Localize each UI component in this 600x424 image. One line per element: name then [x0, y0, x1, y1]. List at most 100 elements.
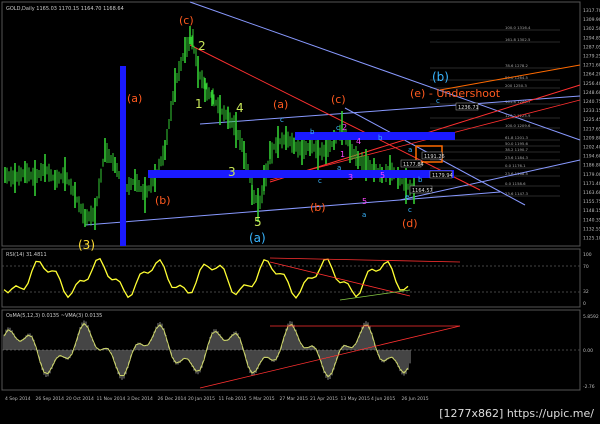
- small-label-b3: b: [418, 176, 423, 184]
- wave-label-3: 3: [228, 165, 236, 179]
- minor-label-3: 3: [348, 173, 353, 182]
- small-label-a2: a: [337, 164, 341, 172]
- fib-level-label: 50.0 1195.6: [505, 141, 529, 146]
- small-label-e1: e: [405, 193, 409, 201]
- price-axis-label: 1209.80: [583, 135, 600, 141]
- small-label-b1: b: [310, 128, 315, 136]
- time-axis-label: 3 Dec 2014: [127, 396, 153, 402]
- time-axis-label: 4 Jun 2015: [371, 396, 395, 402]
- osma-axis-label: 0.00: [583, 348, 593, 354]
- minor-label-5: 5: [362, 197, 367, 206]
- price-axis-label: 1317.70: [583, 8, 600, 14]
- small-label-c3: c: [436, 97, 440, 105]
- wave-label-1: 1: [195, 97, 203, 111]
- wave-label-2: 2: [198, 39, 206, 53]
- fib-level-label: 0.0 1176.1: [505, 163, 526, 168]
- fib-level-label: 200 1250.3: [505, 83, 527, 88]
- wave-label-a-bottom: (a): [249, 231, 266, 245]
- time-axis-label: 26 Sep 2014: [36, 396, 65, 402]
- symbol-caption: GOLD,Daily 1165.03 1170.15 1164.70 1168.…: [6, 6, 124, 12]
- blue-bar-resistance: [295, 132, 455, 140]
- price-axis-label: 1132.55: [583, 226, 600, 232]
- time-axis-label: 21 Apr 2015: [310, 396, 338, 402]
- price-axis-label: 1125.10: [583, 236, 600, 242]
- wave-label-c-mid: (c): [331, 93, 346, 106]
- price-axis-label: 1194.60: [583, 154, 600, 160]
- minor-label-4: 4: [356, 137, 361, 146]
- price-axis-label: 1171.40: [583, 181, 600, 187]
- price-axis-label: 1287.05: [583, 44, 600, 50]
- price-axis-label: 1179.00: [583, 172, 600, 178]
- wave-label-a-left: (a): [127, 92, 142, 105]
- rsi-axis-label: 0: [583, 301, 586, 307]
- wave-label-d-mid: (d): [402, 217, 418, 230]
- wave-label-b-circle: (b): [432, 70, 449, 84]
- wave-label-b-left: (b): [155, 194, 171, 207]
- osma-axis-label: 5.8592: [583, 314, 599, 320]
- wave-label-4: 4: [236, 101, 244, 115]
- time-axis-label: 27 Mar 2015: [280, 396, 309, 402]
- price-tag-3-text: 1164.57: [412, 188, 433, 194]
- price-axis-label: 1279.25: [583, 54, 600, 60]
- fib-level-label: 100.0 1209.6: [505, 123, 531, 128]
- fib-level-label: 0.0 1158.6: [505, 181, 526, 186]
- chart-canvas[interactable]: GOLD,Daily 1165.03 1170.15 1164.70 1168.…: [0, 0, 600, 424]
- minor-label-5b: 5: [380, 171, 385, 180]
- wave-label-3-bottom: (3): [78, 238, 95, 252]
- fib-level-label: 161.8 1302.5: [505, 37, 531, 42]
- rsi-axis-label: 70: [583, 264, 589, 270]
- time-axis-label: 11 Nov 2014: [97, 396, 126, 402]
- small-label-b2: b: [378, 134, 383, 142]
- small-label-c5: c: [318, 177, 322, 185]
- time-axis-label: 4 Sep 2014: [5, 396, 31, 402]
- price-axis-label: 1271.60: [583, 63, 600, 69]
- price-axis-label: 1302.50: [583, 26, 600, 32]
- fib-level-label: 23.6 1184.3: [505, 155, 529, 160]
- rsi-axis-label: 100: [583, 252, 592, 258]
- small-label-a3: a: [362, 211, 366, 219]
- image-host-footer: [1277x862] https://upic.me/: [439, 407, 594, 420]
- price-axis-label: 1186.80: [583, 163, 600, 169]
- price-tag-4-text: 1236.71: [458, 105, 479, 111]
- price-axis-label: 1202.40: [583, 145, 600, 151]
- small-label-c2: c: [336, 124, 340, 132]
- price-tag-1-text: 1191.26: [424, 154, 445, 160]
- fib-level-label: 38.2 1190.7: [505, 147, 529, 152]
- price-axis-label: 1155.75: [583, 199, 600, 205]
- price-axis-label: 1294.85: [583, 35, 600, 41]
- time-axis-label: 26 Dec 2014: [158, 396, 187, 402]
- price-axis-label: 1264.20: [583, 72, 600, 78]
- price-axis-label: 1148.15: [583, 208, 600, 214]
- time-axis-label: 11 Feb 2015: [219, 396, 247, 402]
- undershoot-label: (e) - Undershoot: [410, 87, 501, 100]
- blue-bar-support: [148, 170, 454, 178]
- wave-label-a-mid: (a): [273, 98, 288, 111]
- small-label-c1: c: [280, 116, 284, 124]
- price-axis-label: 1248.60: [583, 90, 600, 96]
- fib-level-label: 78.6 1278.2: [505, 63, 529, 68]
- fib-level-label: 61.8 1201.3: [505, 135, 529, 140]
- minor-label-1: 1: [340, 150, 345, 159]
- fib-level-label: 100.0 1316.4: [505, 25, 531, 30]
- rsi-caption: RSI(14) 31.4811: [6, 252, 47, 258]
- price-axis-label: 1240.75: [583, 99, 600, 105]
- minor-label-2: 2: [342, 123, 347, 132]
- time-axis-label: 20 Oct 2014: [66, 396, 94, 402]
- price-axis-label: 1233.15: [583, 108, 600, 114]
- time-axis-label: 20 Jan 2015: [188, 396, 215, 402]
- wave-label-c-top: (c): [179, 14, 194, 27]
- price-axis-label: 1163.60: [583, 190, 600, 196]
- price-axis-label: 1225.45: [583, 117, 600, 123]
- price-axis-label: 1256.40: [583, 81, 600, 87]
- small-label-a1: a: [408, 146, 412, 154]
- price-axis-label: 1217.65: [583, 126, 600, 132]
- time-axis-label: 5 Mar 2015: [249, 396, 275, 402]
- rsi-axis-label: 32: [583, 289, 589, 295]
- time-axis-label: 13 May 2015: [341, 396, 370, 402]
- price-tag-2-text: 1179.94: [432, 173, 453, 179]
- price-axis-label: 1140.35: [583, 217, 600, 223]
- wave-label-5: 5: [254, 215, 262, 229]
- price-axis-label: 1309.90: [583, 17, 600, 23]
- osma-caption: OsMA(5,12,3) 0.0135 ~VMA(3) 0.0135: [6, 313, 102, 319]
- blue-bar-vertical: [120, 66, 126, 246]
